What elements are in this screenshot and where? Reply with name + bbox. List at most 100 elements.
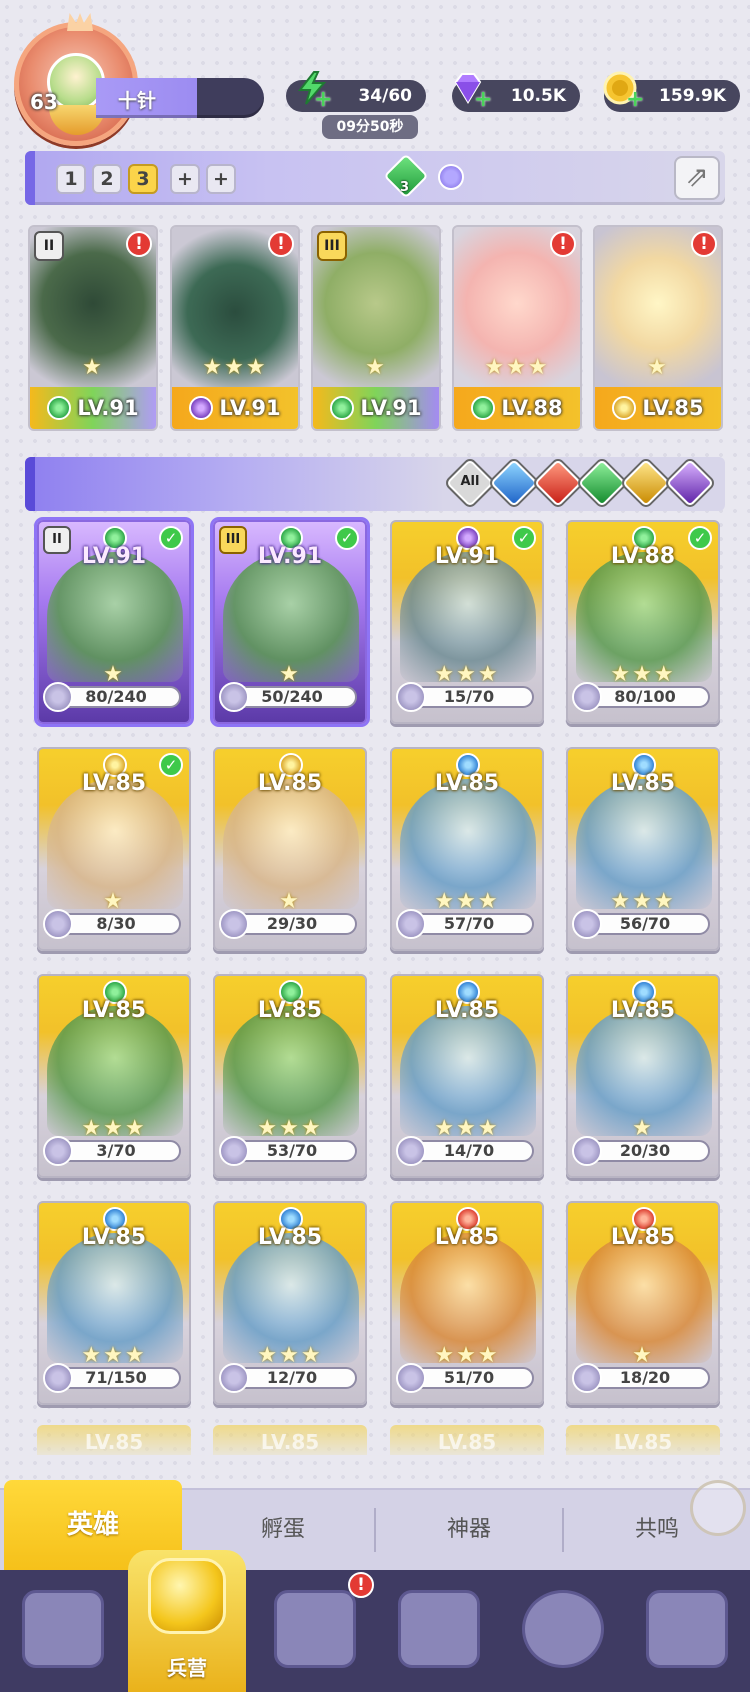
hero-level: LV.85 (257, 771, 323, 796)
team-member-level: LV.91 (360, 396, 422, 420)
hero-card[interactable]: LV.85 ★★★ 12/70 (213, 1201, 367, 1405)
star-rating: ★ (647, 355, 669, 380)
team-member-card-2[interactable]: ! ★★★ LV.91 (170, 225, 300, 431)
nature-element-icon (47, 396, 72, 420)
team-member-card-4[interactable]: ! ★★★ LV.88 (452, 225, 582, 431)
team-member-card-1[interactable]: II ! ★ LV.91 (28, 225, 158, 431)
search-icon[interactable] (438, 164, 464, 190)
tier-badge: II (34, 231, 64, 261)
team-slot-add-2[interactable]: + (206, 164, 236, 194)
hero-card[interactable]: LV.85 ★★★ 14/70 (390, 974, 544, 1178)
team-slot-1[interactable]: 1 (56, 164, 86, 194)
gold-plus-icon[interactable]: + (626, 89, 644, 111)
star-rating: ★ (82, 355, 104, 380)
crown-icon (67, 13, 93, 31)
hero-card[interactable]: LV.85 ★ 29/30 (213, 747, 367, 951)
alert-badge: ! (268, 231, 294, 257)
shard-icon (396, 909, 426, 939)
gems-value: 10.5K (510, 86, 566, 106)
hero-card[interactable]: II ✓ LV.91 ★ 80/240 (37, 520, 191, 724)
level-strip: LV.91 (172, 387, 298, 429)
alert-badge: ! (550, 231, 576, 257)
partial-hero-level: LV.85 (613, 1430, 673, 1454)
partial-hero-level: LV.85 (437, 1430, 497, 1454)
alert-badge: ! (126, 231, 152, 257)
hero-card[interactable]: ✓ LV.91 ★★★ 15/70 (390, 520, 544, 724)
mushroom-icon[interactable] (522, 1590, 604, 1668)
hero-level: LV.85 (81, 771, 147, 796)
shard-icon (219, 909, 249, 939)
shard-icon (43, 682, 73, 712)
hero-card[interactable]: LV.85 ★ 20/30 (566, 974, 720, 1178)
hero-level: LV.85 (610, 1225, 676, 1250)
team-member-card-3[interactable]: III ★ LV.91 (311, 225, 441, 431)
alert-badge: ! (691, 231, 717, 257)
book-alert-badge: ! (348, 1572, 374, 1598)
hero-level: LV.85 (81, 998, 147, 1023)
castle-icon[interactable] (398, 1590, 480, 1668)
star-rating: ★★★ (484, 355, 550, 380)
hero-card[interactable]: LV.85 ★★★ 71/150 (37, 1201, 191, 1405)
hero-level: LV.85 (81, 1225, 147, 1250)
hero-card[interactable]: LV.85 ★★★ 57/70 (390, 747, 544, 951)
cards-icon[interactable] (22, 1590, 104, 1668)
nav-barracks-label: 兵营 (167, 1656, 207, 1680)
hero-card[interactable]: III ✓ LV.91 ★ 50/240 (213, 520, 367, 724)
nature-element-icon (330, 396, 355, 420)
stamina-timer: 09分50秒 (322, 115, 418, 139)
share-button[interactable]: ⇗ (674, 156, 720, 200)
share-icon: ⇗ (685, 160, 709, 193)
hero-level: LV.85 (257, 998, 323, 1023)
shard-icon (43, 1363, 73, 1393)
tier-badge: III (317, 231, 347, 261)
tab-artifacts[interactable]: 神器 (376, 1500, 562, 1560)
hero-card[interactable]: ✓ LV.88 ★★★ 80/100 (566, 520, 720, 724)
team-member-card-5[interactable]: ! ★ LV.85 (593, 225, 723, 431)
shard-icon (572, 682, 602, 712)
hero-level: LV.85 (610, 998, 676, 1023)
team-member-level: LV.91 (219, 396, 281, 420)
hero-card[interactable]: LV.85 ★★★ 56/70 (566, 747, 720, 951)
stamina-value: 34/60 (358, 86, 412, 106)
nature-element-icon (471, 396, 496, 420)
hero-card[interactable]: LV.85 ★★★ 51/70 (390, 1201, 544, 1405)
shard-icon (43, 909, 73, 939)
level-strip: LV.85 (595, 387, 721, 429)
hero-card[interactable]: LV.85 ★ 18/20 (566, 1201, 720, 1405)
team-slot-2[interactable]: 2 (92, 164, 122, 194)
team-member-level: LV.85 (642, 396, 704, 420)
floating-menu-button[interactable] (690, 1480, 746, 1536)
player-level: 63 (30, 90, 58, 114)
hero-level: LV.85 (434, 771, 500, 796)
banner-icon[interactable] (646, 1590, 728, 1668)
shard-icon (572, 909, 602, 939)
book-icon[interactable] (274, 1590, 356, 1668)
shard-icon (572, 1136, 602, 1166)
stamina-plus-icon[interactable]: + (314, 89, 332, 111)
shard-icon (396, 1136, 426, 1166)
team-member-level: LV.88 (501, 396, 563, 420)
hero-level: LV.85 (610, 771, 676, 796)
shard-icon (219, 1363, 249, 1393)
hero-card[interactable]: LV.85 ★★★ 53/70 (213, 974, 367, 1178)
shard-icon (572, 1363, 602, 1393)
star-rating: ★ (365, 355, 387, 380)
team-member-level: LV.91 (77, 396, 139, 420)
team-slot-3[interactable]: 3 (128, 164, 158, 194)
shard-icon (219, 1136, 249, 1166)
partial-hero-level: LV.85 (84, 1430, 144, 1454)
hero-card[interactable]: ✓ LV.85 ★ 8/30 (37, 747, 191, 951)
hero-card[interactable]: LV.85 ★★★ 3/70 (37, 974, 191, 1178)
bottom-nav (0, 1570, 750, 1692)
shard-icon (219, 682, 249, 712)
shard-icon (396, 682, 426, 712)
barracks-icon (148, 1558, 226, 1634)
level-strip: LV.91 (30, 387, 156, 429)
filter-all-label: All (460, 474, 480, 489)
gems-plus-icon[interactable]: + (474, 89, 492, 111)
hero-level: LV.85 (434, 998, 500, 1023)
shard-icon (43, 1136, 73, 1166)
team-slot-add-1[interactable]: + (170, 164, 200, 194)
hero-level: LV.88 (610, 544, 676, 569)
gold-value: 159.9K (659, 86, 726, 106)
